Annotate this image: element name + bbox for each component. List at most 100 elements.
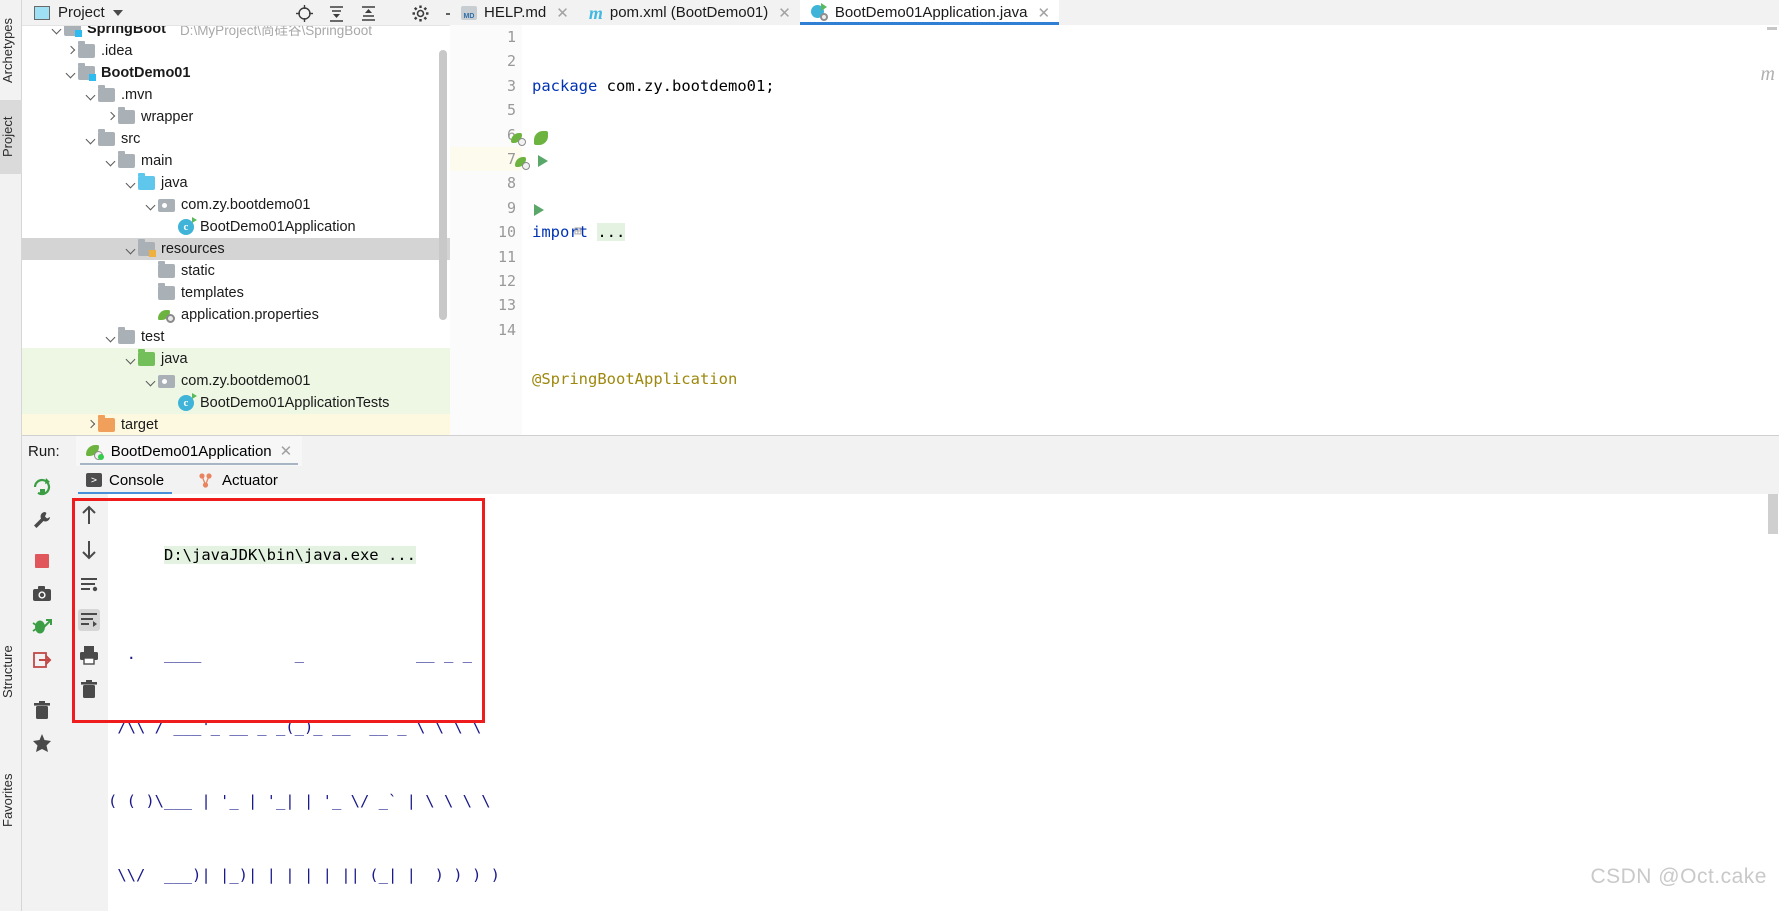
tree-row-test[interactable]: test (22, 326, 450, 348)
tree-label: com.zy.bootdemo01 (181, 373, 311, 389)
rerun-icon[interactable] (31, 476, 53, 498)
tree-row-templates[interactable]: templates (22, 282, 450, 304)
wrench-settings-icon[interactable] (31, 509, 53, 531)
settings-gear-icon[interactable] (411, 4, 430, 23)
editor-tab-help-md[interactable]: MD HELP.md ✕ (450, 0, 578, 25)
spring-run-icon (85, 444, 104, 460)
tree-row-main-package[interactable]: com.zy.bootdemo01 (22, 194, 450, 216)
excluded-folder-icon (98, 415, 115, 432)
tree-row-target[interactable]: target (22, 414, 450, 435)
chevron-down-icon[interactable] (124, 242, 138, 256)
tree-label: resources (161, 241, 225, 257)
tab-console[interactable]: > Console (78, 466, 173, 494)
folder-icon (118, 151, 135, 168)
tree-row-idea[interactable]: .idea (22, 40, 450, 62)
tree-row-mvn[interactable]: .mvn (22, 84, 450, 106)
chevron-down-icon[interactable] (84, 88, 98, 102)
spring-banner-line-3: ( ( )\___ | '_ | '_| | '_ \/ _` | \ \ \ … (108, 792, 491, 811)
line-number: 14 (497, 320, 516, 339)
chevron-down-icon[interactable] (104, 154, 118, 168)
close-icon[interactable]: ✕ (778, 4, 791, 22)
close-icon[interactable]: ✕ (280, 442, 293, 460)
chevron-right-icon[interactable] (84, 418, 98, 432)
tree-label: test (141, 329, 165, 345)
tree-row-wrapper[interactable]: wrapper (22, 106, 450, 128)
tree-label: com.zy.bootdemo01 (181, 197, 311, 213)
line-number-with-gutter-icons: 9 (450, 196, 544, 220)
actuator-icon (198, 472, 215, 488)
soft-wrap-icon[interactable] (78, 574, 100, 596)
print-icon[interactable] (78, 644, 100, 666)
chevron-down-icon[interactable] (84, 132, 98, 146)
spring-banner-line-2: /\\ / ___'_ __ _ _(_)_ __ __ _ \ \ \ \ (108, 718, 482, 737)
tree-row-bootdemo01application[interactable]: c BootDemo01Application (22, 216, 450, 238)
scroll-up-icon[interactable] (78, 504, 100, 526)
sidebar-tab-archetypes[interactable]: Archetypes (0, 4, 22, 96)
sidebar-tab-project[interactable]: Project (0, 100, 22, 174)
tree-row-test-package[interactable]: com.zy.bootdemo01 (22, 370, 450, 392)
sidebar-tab-favorites[interactable]: Favorites (0, 760, 22, 840)
editor-tab-bootdemo01application-java[interactable]: BootDemo01Application.java ✕ (799, 0, 1060, 25)
project-tree[interactable]: SpringBoot D:\MyProject\尚硅谷\SpringBoot .… (22, 26, 450, 435)
tab-label: BootDemo01Application.java (834, 4, 1028, 21)
tree-row-main[interactable]: main (22, 150, 450, 172)
tree-row-bootdemo01applicationtests[interactable]: c BootDemo01ApplicationTests (22, 392, 450, 414)
stop-icon[interactable] (31, 550, 53, 572)
pin-icon[interactable] (31, 733, 53, 755)
console-scrollbar[interactable] (1768, 494, 1778, 534)
chevron-down-icon[interactable] (64, 66, 78, 80)
console-output[interactable]: D:\javaJDK\bin\java.exe ... . ____ _ __ … (108, 494, 1779, 911)
scroll-to-end-icon[interactable] (78, 609, 100, 631)
test-source-folder-icon (138, 349, 155, 366)
tree-row-springboot[interactable]: SpringBoot D:\MyProject\尚硅谷\SpringBoot (22, 26, 450, 40)
exit-icon[interactable] (31, 649, 53, 671)
chevron-down-icon[interactable] (50, 26, 64, 36)
tab-actuator[interactable]: Actuator (190, 466, 286, 494)
chevron-down-icon[interactable] (124, 352, 138, 366)
debug-attach-icon[interactable] (31, 616, 53, 638)
editor-tab-pom-xml[interactable]: m pom.xml (BootDemo01) ✕ (578, 0, 800, 25)
code-editor[interactable]: 1 2 3 5 6 7 8 9 10 11 12 13 14 package c… (450, 25, 1779, 900)
spring-banner-line-4: \\/ ___)| |_)| | | | | || (_| | ) ) ) ) (108, 865, 500, 884)
camera-icon[interactable] (31, 583, 53, 605)
locate-target-icon[interactable] (295, 4, 314, 23)
tree-label: .idea (101, 43, 133, 59)
tree-row-main-java[interactable]: java (22, 172, 450, 194)
tree-row-bootdemo01[interactable]: BootDemo01 (22, 62, 450, 84)
tree-row-src[interactable]: src (22, 128, 450, 150)
code-content[interactable]: package com.zy.bootdemo01; ⊞ import ... @… (522, 25, 1779, 900)
collapse-all-icon[interactable] (359, 4, 378, 23)
editor-tab-bar: MD HELP.md ✕ m pom.xml (BootDemo01) ✕ Bo… (450, 0, 1779, 25)
scroll-down-icon[interactable] (78, 539, 100, 561)
editor-gutter[interactable]: 1 2 3 5 6 7 8 9 10 11 12 13 14 (450, 25, 548, 435)
run-configuration-tab[interactable]: BootDemo01Application ✕ (75, 436, 303, 466)
tree-row-static[interactable]: static (22, 260, 450, 282)
watermark: CSDN @Oct.cake (1590, 865, 1767, 888)
chevron-down-icon[interactable] (112, 9, 123, 16)
tab-label: Console (109, 471, 165, 489)
chevron-down-icon[interactable] (144, 198, 158, 212)
fold-expand-icon[interactable]: ⊞ (574, 220, 582, 244)
run-configuration-name: BootDemo01Application (110, 442, 272, 460)
trash-icon[interactable] (31, 700, 53, 722)
expand-all-icon[interactable] (327, 4, 346, 23)
maven-file-icon: m (588, 2, 603, 23)
tree-row-resources[interactable]: resources (22, 238, 450, 260)
tree-label: java (161, 175, 188, 191)
chevron-right-icon[interactable] (64, 44, 78, 58)
close-icon[interactable]: ✕ (556, 4, 569, 22)
chevron-down-icon[interactable] (124, 176, 138, 190)
tree-row-test-java[interactable]: java (22, 348, 450, 370)
tree-scrollbar[interactable] (439, 50, 447, 320)
line-number: 5 (506, 101, 516, 120)
chevron-down-icon[interactable] (104, 330, 118, 344)
sidebar-tab-structure[interactable]: Structure (0, 632, 22, 712)
run-header: Run: BootDemo01Application ✕ (22, 436, 1779, 466)
chevron-right-icon[interactable] (104, 110, 118, 124)
chevron-down-icon[interactable] (144, 374, 158, 388)
trash-icon[interactable] (78, 679, 100, 701)
collapsed-imports[interactable]: ... (597, 223, 626, 242)
tree-row-application-properties[interactable]: application.properties (22, 304, 450, 326)
close-icon[interactable]: ✕ (1037, 4, 1050, 22)
